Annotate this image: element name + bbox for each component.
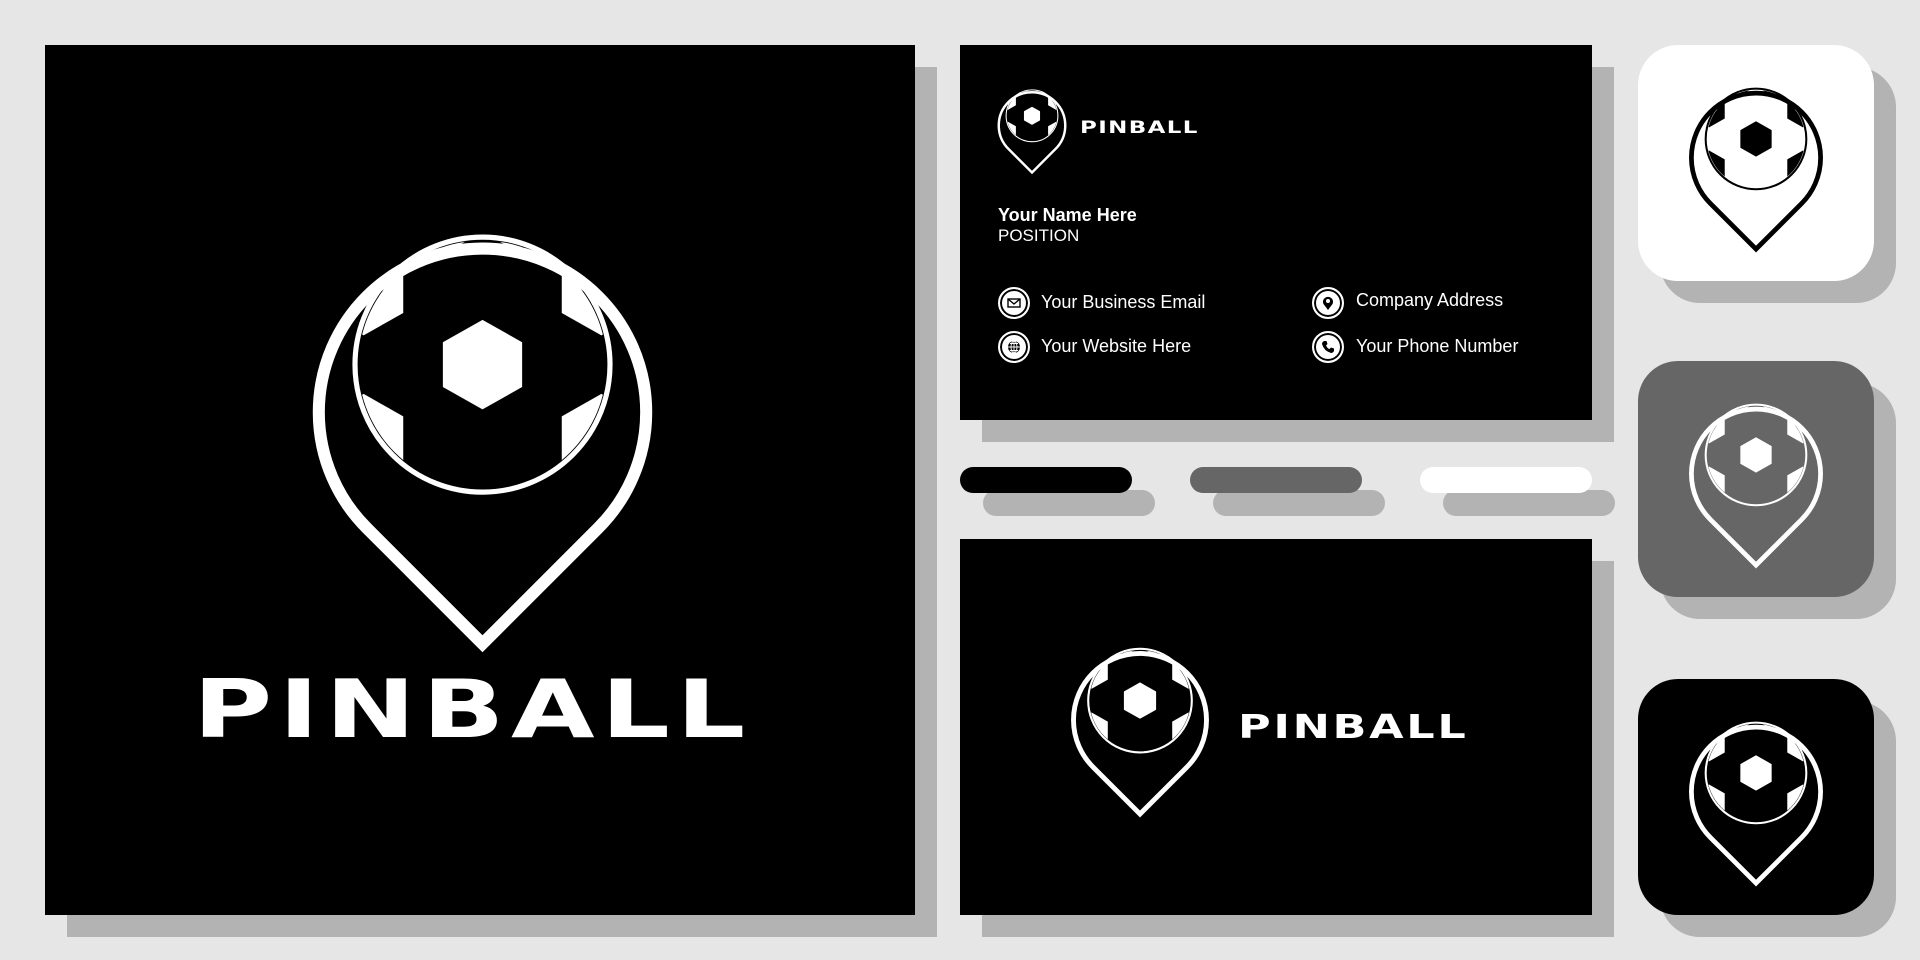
email-icon bbox=[998, 287, 1030, 319]
card-position: POSITION bbox=[998, 226, 1080, 245]
app-icon-black-logo bbox=[1688, 713, 1824, 890]
globe-icon bbox=[998, 331, 1030, 363]
contact-phone: Your Phone Number bbox=[1356, 336, 1519, 356]
swatch-gray bbox=[1190, 467, 1362, 493]
app-icon-black bbox=[1638, 679, 1874, 915]
card-back-logo-icon bbox=[1070, 639, 1210, 821]
app-icon-white-logo bbox=[1688, 79, 1824, 256]
location-pin-icon bbox=[1312, 287, 1344, 319]
swatch-gray-shadow bbox=[1213, 490, 1385, 516]
app-icon-gray bbox=[1638, 361, 1874, 597]
main-wordmark: PINBALL bbox=[193, 663, 752, 756]
card-back-wordmark: PINBALL bbox=[1238, 707, 1469, 746]
card-logo-icon bbox=[997, 85, 1067, 176]
contact-email: Your Business Email bbox=[1041, 292, 1206, 312]
main-logo-panel: PINBALL bbox=[45, 45, 915, 915]
swatch-black bbox=[960, 467, 1132, 493]
contact-address: Company Address bbox=[1356, 290, 1504, 310]
app-icon-white bbox=[1638, 45, 1874, 281]
business-card-back: PINBALL bbox=[960, 539, 1592, 915]
swatch-black-shadow bbox=[983, 490, 1155, 516]
soccer-ball-location-pin-icon bbox=[310, 213, 655, 661]
card-wordmark: PINBALL bbox=[1080, 118, 1199, 138]
swatch-white-shadow bbox=[1443, 490, 1615, 516]
phone-icon bbox=[1312, 331, 1344, 363]
contact-website: Your Website Here bbox=[1041, 336, 1192, 356]
swatch-white bbox=[1420, 467, 1592, 493]
business-card-front: PINBALL Your Name Here POSITION Your Bus… bbox=[960, 45, 1592, 420]
card-name: Your Name Here bbox=[998, 205, 1137, 225]
app-icon-gray-logo bbox=[1688, 395, 1824, 572]
